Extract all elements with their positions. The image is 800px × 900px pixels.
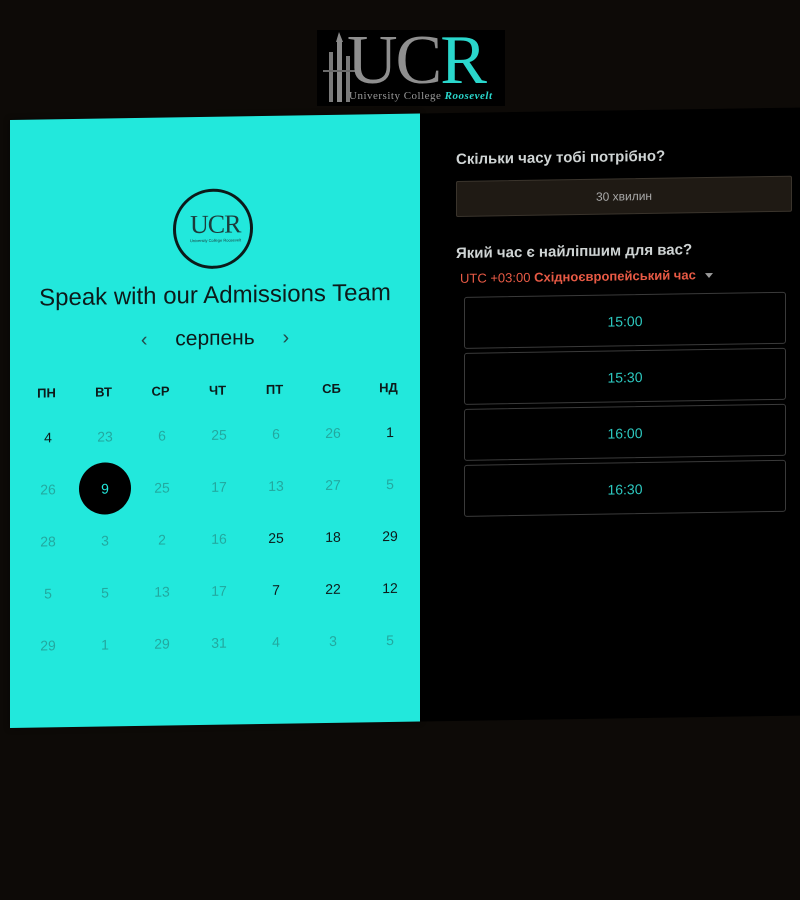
badge-subtitle: University College Roosevelt <box>190 237 242 244</box>
weekday-header: ПН ВТ СР ЧТ ПТ СБ НД <box>18 380 418 406</box>
calendar-day: 26 <box>40 481 56 498</box>
calendar-day: 25 <box>154 479 170 496</box>
logo-r: R <box>440 30 487 99</box>
weekday-label: СР <box>151 383 170 399</box>
chevron-right-icon[interactable]: › <box>273 326 299 349</box>
duration-question: Скільки часу тобі потрібно? <box>456 147 666 168</box>
weekday-label: ПН <box>37 385 56 401</box>
caret-down-icon <box>705 273 714 279</box>
calendar-day: 23 <box>97 428 113 445</box>
calendar-day: 26 <box>325 424 341 442</box>
duration-select[interactable]: 30 хвилин <box>456 175 792 217</box>
month-navigation: ‹ серпень › <box>10 324 420 354</box>
calendar-day-selected[interactable]: 9 <box>79 462 131 515</box>
calendar-day: 5 <box>386 631 394 649</box>
calendar-day: 6 <box>272 425 280 442</box>
calendar-day[interactable]: 7 <box>250 563 302 616</box>
calendar-day: 3 <box>101 532 109 549</box>
time-question: Який час є найліпшим для вас? <box>456 241 693 262</box>
calendar-day[interactable]: 29 <box>364 510 416 563</box>
calendar-day: 5 <box>101 584 109 601</box>
calendar-day: 25 <box>211 426 227 443</box>
logo-letters: UCR <box>347 30 487 99</box>
weekday-label: ВТ <box>95 384 112 400</box>
calendar-grid: 4 23 6 25 6 26 1 26 9 25 17 13 27 5 28 3 2 16 25 18 29 5 5 13 17… <box>10 114 420 654</box>
weekday-label: НД <box>379 379 398 396</box>
calendar-day: 2 <box>158 531 166 548</box>
logo-subtitle-accent: Roosevelt <box>444 90 493 102</box>
calendar-day[interactable]: 25 <box>250 511 302 564</box>
calendar-day: 27 <box>325 476 341 494</box>
time-slot-button[interactable]: 16:00 <box>464 403 786 461</box>
calendar-day: 5 <box>44 585 52 602</box>
time-slot-button[interactable]: 16:30 <box>464 459 786 517</box>
calendar-day: 13 <box>268 477 284 494</box>
calendar-day: 29 <box>40 637 56 654</box>
calendar-day[interactable]: 12 <box>364 562 416 615</box>
ucr-logo: UCR University College Roosevelt <box>317 30 505 106</box>
calendar-day: 3 <box>329 632 337 649</box>
calendar-day[interactable]: 1 <box>364 406 416 459</box>
chevron-left-icon[interactable]: ‹ <box>131 329 157 352</box>
calendar-day: 28 <box>40 533 56 550</box>
time-panel: Скільки часу тобі потрібно? 30 хвилин Як… <box>420 107 800 722</box>
timezone-select[interactable]: UTC +03:00 Східноєвропейський час <box>460 267 714 286</box>
calendar-day: 13 <box>154 583 170 600</box>
calendar-day: 1 <box>101 636 109 653</box>
calendar-day[interactable]: 22 <box>307 563 359 616</box>
calendar-day: 4 <box>272 633 280 650</box>
weekday-label: ПТ <box>265 381 284 397</box>
month-label: серпень <box>175 326 255 351</box>
time-slot-button[interactable]: 15:30 <box>464 347 786 405</box>
timezone-name: Східноєвропейський час <box>534 267 696 285</box>
logo-uc: UC <box>347 30 442 99</box>
calendar-day: 17 <box>211 478 227 495</box>
calendar-day: 16 <box>211 530 227 547</box>
calendar-day[interactable]: 18 <box>307 511 359 564</box>
calendar-panel: UCR University College Roosevelt Speak w… <box>10 113 420 728</box>
calendar-day: 31 <box>211 634 227 651</box>
calendar-day: 29 <box>154 635 170 652</box>
calendar-day: 17 <box>211 582 227 599</box>
logo-subtitle-prefix: University College <box>349 90 445 102</box>
weekday-label: СБ <box>322 380 341 397</box>
badge-text: UCR <box>190 209 241 240</box>
time-slot-list: 15:00 15:30 16:00 16:30 <box>420 108 800 517</box>
ucr-badge: UCR University College Roosevelt <box>173 188 253 270</box>
logo-subtitle: University College Roosevelt <box>349 90 493 102</box>
calendar-day: 5 <box>386 475 394 493</box>
calendar-day[interactable]: 4 <box>22 411 74 464</box>
weekday-label: ЧТ <box>208 382 227 398</box>
booking-widget: UCR University College Roosevelt Speak w… <box>10 98 800 730</box>
timezone-offset: UTC +03:00 <box>460 269 531 286</box>
time-slot-button[interactable]: 15:00 <box>464 291 786 349</box>
page-title: Speak with our Admissions Team <box>39 279 391 312</box>
calendar-day: 6 <box>158 427 166 444</box>
